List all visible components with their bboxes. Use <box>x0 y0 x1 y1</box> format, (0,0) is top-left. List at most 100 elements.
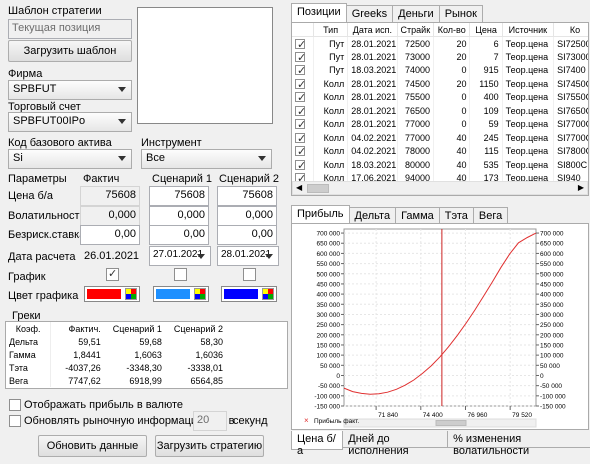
row-checkbox[interactable] <box>295 145 306 158</box>
base-asset-value: Si <box>13 152 23 164</box>
table-row[interactable]: Пут28.01.202173000207Теор.ценаSI73000 <box>292 50 588 64</box>
tab-theta[interactable]: Тэта <box>438 207 474 224</box>
positions-col-header[interactable]: Тип <box>313 23 349 37</box>
profit-currency-checkbox[interactable] <box>9 399 21 411</box>
positions-col-header[interactable]: Ко <box>553 23 588 37</box>
tab-money[interactable]: Деньги <box>392 5 440 22</box>
calc-date-s1[interactable]: 27.01.2021 <box>149 246 211 266</box>
positions-col-header[interactable]: Страйк <box>397 23 435 37</box>
scroll-thumb[interactable] <box>307 184 329 193</box>
table-row[interactable]: Колл04.02.20217700040245Теор.ценаSI7700C <box>292 131 588 145</box>
tab-greeks[interactable]: Greeks <box>345 5 394 22</box>
instrument-value: Все <box>146 152 165 164</box>
positions-hscrollbar[interactable]: ◀ ▶ <box>292 181 588 195</box>
chart-label: График <box>8 271 46 283</box>
positions-col-header[interactable]: Источник <box>502 23 555 37</box>
tab-delta[interactable]: Дельта <box>348 207 397 224</box>
load-template-button[interactable]: Загрузить шаблон <box>8 40 132 62</box>
table-row[interactable]: Колл04.02.20217800040115Теор.ценаSI7800C <box>292 144 588 158</box>
position-type: Колл <box>313 104 349 118</box>
base-asset-select[interactable]: Si <box>8 149 132 169</box>
table-row[interactable]: Пут28.01.202172500206Теор.ценаSI72500 <box>292 36 588 51</box>
row-checkbox[interactable] <box>295 78 306 91</box>
chart-color-label: Цвет графика <box>8 290 79 302</box>
chart-fact-checkbox[interactable] <box>106 267 119 281</box>
position-strike: 74000 <box>397 63 435 77</box>
position-expiry: 04.02.2021 <box>347 144 398 158</box>
position-strike: 76500 <box>397 104 435 118</box>
tab-market[interactable]: Рынок <box>438 5 483 22</box>
riskfree-s1[interactable]: 0,00 <box>149 225 209 245</box>
table-row[interactable]: Пут18.03.2021740000915Теор.ценаSI7400 <box>292 63 588 77</box>
load-strategy-button[interactable]: Загрузить стратегию <box>155 435 264 457</box>
chart-s2-checkbox[interactable] <box>243 268 256 281</box>
positions-col-header[interactable]: Кол-во <box>433 23 471 37</box>
position-code: SI73000 <box>553 50 588 64</box>
greeks-row: Дельта 59,51 59,68 58,30 <box>6 335 226 348</box>
account-select[interactable]: SPBFUT00IPo <box>8 112 132 132</box>
position-type: Пут <box>313 63 349 77</box>
row-checkbox-cell[interactable] <box>292 144 314 158</box>
table-row[interactable]: Колл28.01.202177000059Теор.ценаSI7700C <box>292 117 588 131</box>
row-checkbox-cell[interactable] <box>292 104 314 118</box>
row-checkbox[interactable] <box>295 91 306 104</box>
row-checkbox[interactable] <box>295 51 306 64</box>
tab-vega[interactable]: Вега <box>472 207 509 224</box>
instrument-select[interactable]: Все <box>141 149 272 169</box>
chevron-down-icon <box>258 156 266 161</box>
table-row[interactable]: Колл28.01.2021755000400Теор.ценаSI7550C <box>292 90 588 104</box>
refresh-interval-input[interactable]: 20 <box>193 411 227 431</box>
y-tick-label: 400 000 <box>540 292 564 299</box>
color-s2-picker[interactable] <box>221 286 277 302</box>
positions-col-header[interactable]: Цена <box>469 23 503 37</box>
color-fact-picker[interactable] <box>84 286 140 302</box>
table-row[interactable]: Колл28.01.202174500201150Теор.ценаSI7450… <box>292 77 588 91</box>
table-row[interactable]: Колл18.03.20218000040535Теор.ценаSI800C <box>292 158 588 172</box>
row-checkbox[interactable] <box>295 105 306 118</box>
position-strike: 75500 <box>397 90 435 104</box>
position-strike: 73000 <box>397 50 435 64</box>
auto-refresh-checkbox[interactable] <box>9 415 21 427</box>
volatility-s2[interactable]: 0,000 <box>217 206 277 226</box>
color-swatch <box>87 289 121 299</box>
volatility-s1[interactable]: 0,000 <box>149 206 209 226</box>
tab-positions[interactable]: Позиции <box>291 3 347 22</box>
row-checkbox[interactable] <box>295 38 306 51</box>
price-s1[interactable]: 75608 <box>149 186 209 206</box>
chart-s1-checkbox[interactable] <box>174 268 187 281</box>
tab-gamma[interactable]: Гамма <box>395 207 440 224</box>
table-row[interactable]: Колл28.01.2021765000109Теор.ценаSI7650C <box>292 104 588 118</box>
position-qty: 0 <box>433 117 471 131</box>
row-checkbox[interactable] <box>295 132 306 145</box>
row-checkbox-cell[interactable] <box>292 77 314 91</box>
row-checkbox-cell[interactable] <box>292 63 314 77</box>
tab-volatility-change[interactable]: % изменения волатильности <box>447 431 590 457</box>
row-checkbox-cell[interactable] <box>292 50 314 64</box>
row-checkbox-cell[interactable] <box>292 36 314 51</box>
tab-profit[interactable]: Прибыль <box>291 205 350 224</box>
positions-col-header[interactable] <box>292 23 314 37</box>
firm-select[interactable]: SPBFUT <box>8 80 132 100</box>
row-checkbox-cell[interactable] <box>292 158 314 172</box>
riskfree-fact[interactable]: 0,00 <box>80 225 140 245</box>
price-s2[interactable]: 75608 <box>217 186 277 206</box>
riskfree-s2[interactable]: 0,00 <box>217 225 277 245</box>
color-s1-picker[interactable] <box>153 286 209 302</box>
row-checkbox-cell[interactable] <box>292 90 314 104</box>
row-checkbox[interactable] <box>295 64 306 77</box>
position-qty: 40 <box>433 144 471 158</box>
x-tick-label: 71 840 <box>378 412 398 419</box>
refresh-data-button[interactable]: Обновить данные <box>38 435 147 457</box>
position-source: Теор.цена <box>502 158 555 172</box>
tab-underlying-price[interactable]: Цена б/а <box>291 431 344 457</box>
row-checkbox-cell[interactable] <box>292 117 314 131</box>
row-checkbox[interactable] <box>295 159 306 172</box>
tab-days-to-expiry[interactable]: Дней до исполнения <box>342 431 449 457</box>
template-input[interactable]: Текущая позиция <box>8 19 132 39</box>
row-checkbox-cell[interactable] <box>292 131 314 145</box>
position-qty: 40 <box>433 131 471 145</box>
positions-col-header[interactable]: Дата исп. <box>347 23 398 37</box>
y-tick-label: -100 000 <box>540 393 566 400</box>
row-checkbox[interactable] <box>295 118 306 131</box>
calc-date-s2[interactable]: 28.01.2021 <box>217 246 279 266</box>
